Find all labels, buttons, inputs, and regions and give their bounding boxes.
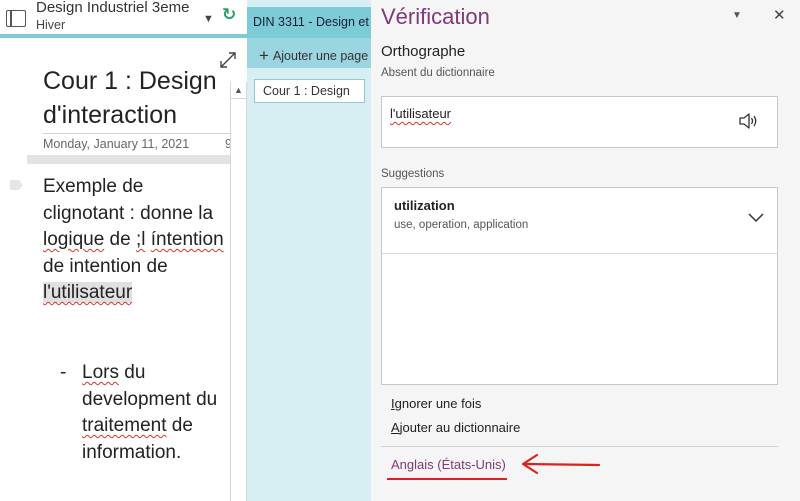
misspelled-word[interactable]: traitement [82,415,166,436]
suggestion-item[interactable]: utilization use, operation, application [382,188,777,254]
page-date: Monday, January 11, 2021 [43,137,190,151]
chevron-down-icon[interactable] [747,212,765,224]
verification-pane: Vérification ▼ ✕ Orthographe Absent du d… [371,0,800,501]
page-scrollbar[interactable]: ▲ [230,82,247,501]
pane-divider [381,446,778,447]
text-run: Exemple de clignotant : donne la [43,176,214,224]
plus-icon: + [259,46,269,65]
selected-misspelled-word[interactable]: l'utilisateur [43,282,133,303]
not-in-dictionary-label: Absent du dictionnaire [381,67,495,79]
misspelled-word-display: l'utilisateur [390,106,452,121]
page-tab-cour-1[interactable]: Cour 1 : Design [254,79,365,103]
bullet-dash: - [60,362,67,383]
notebook-icon[interactable] [6,9,26,27]
misspelled-word-box: l'utilisateur [381,96,778,148]
page-title[interactable]: Cour 1 : Design d'interaction [43,64,243,132]
suggestions-label: Suggestions [381,168,445,180]
notebook-section[interactable]: Hiver [36,18,65,32]
page-separator-band [27,155,232,164]
spelling-heading: Orthographe [381,43,466,60]
speaker-icon[interactable] [737,110,759,132]
close-icon[interactable]: ✕ [773,6,786,24]
misspelled-word[interactable]: logique [43,229,104,250]
button-label: gnorer une fois [394,396,482,411]
notebook-header[interactable]: Design Industriel 3eme Hiver ▼ ↻ [0,0,247,38]
suggestions-list[interactable]: utilization use, operation, application [381,187,778,385]
annotation-underline [387,478,507,480]
misspelled-word[interactable]: Lors [82,362,119,383]
text-run: de [104,229,136,250]
add-to-dictionary-button[interactable]: Ajouter au dictionnaire [391,420,520,435]
suggestion-word: utilization [394,198,455,213]
page-list-panel [247,0,371,501]
add-page-button[interactable]: + Ajouter une page [247,38,371,68]
scroll-up-icon[interactable]: ▲ [231,82,246,99]
language-link[interactable]: Anglais (États-Unis) [391,457,506,472]
misspelled-word[interactable]: íntention [151,229,224,250]
note-paragraph[interactable]: Exemple de clignotant : donne la logique… [43,174,228,307]
title-divider [43,133,233,134]
access-key-letter: A [391,420,400,435]
notebook-title[interactable]: Design Industriel 3eme [36,0,189,16]
section-tab[interactable]: DIN 3311 - Design et [247,7,371,38]
sync-icon[interactable]: ↻ [222,5,236,25]
notebook-dropdown-icon[interactable]: ▼ [203,13,214,25]
ignore-once-button[interactable]: Ignorer une fois [391,396,481,411]
suggestion-synonyms: use, operation, application [394,219,529,231]
pane-title: Vérification [381,4,490,29]
text-run: de intention de [43,255,168,277]
button-label: jouter au dictionnaire [399,420,521,435]
annotation-arrow-icon [521,453,601,475]
add-page-label: Ajouter une page [272,49,369,63]
pane-options-icon[interactable]: ▼ [732,10,742,21]
bullet-text: Lors du development du traitement de inf… [82,360,230,466]
